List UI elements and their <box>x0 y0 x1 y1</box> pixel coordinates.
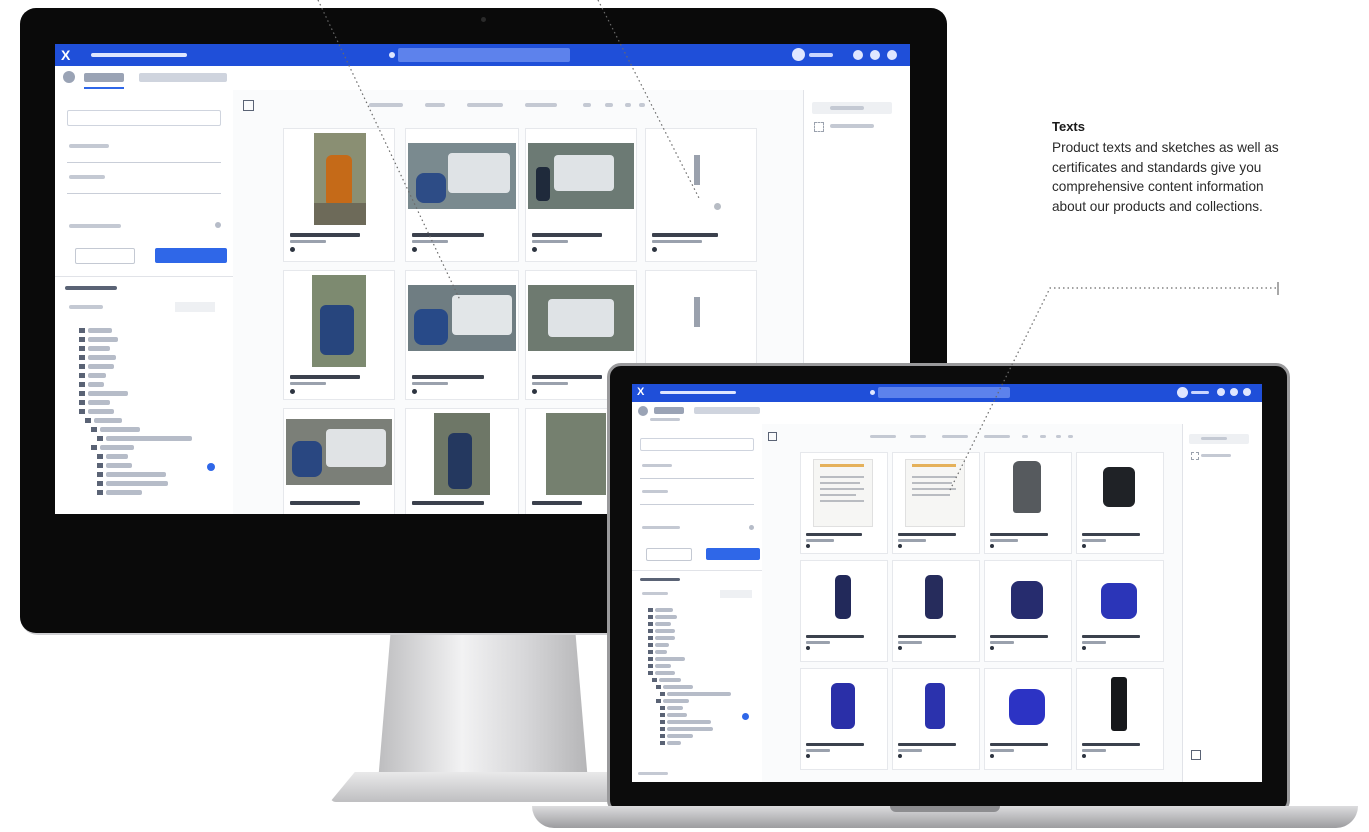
connector-line-3 <box>949 287 1276 491</box>
connector-line-2 <box>597 0 701 201</box>
callout-connector-lines <box>317 0 1279 491</box>
connector-line-1 <box>317 0 461 301</box>
